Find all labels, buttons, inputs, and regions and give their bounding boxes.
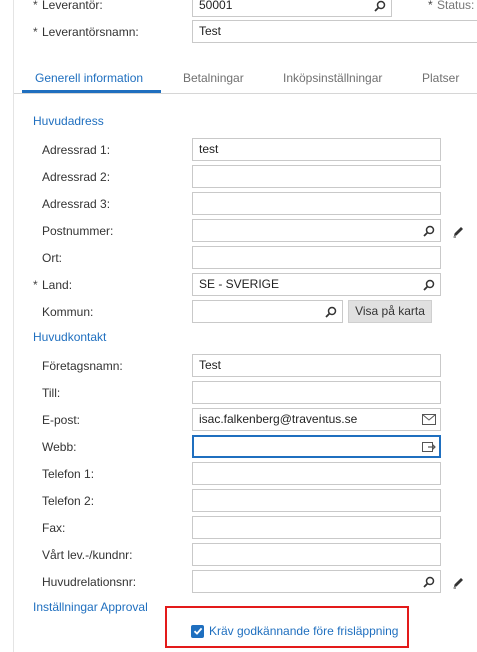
city-input[interactable] <box>192 246 441 269</box>
phone2-input[interactable] <box>192 489 441 512</box>
supplier-label: Leverantör: <box>42 0 103 12</box>
required-mark: * <box>33 25 38 39</box>
required-mark: * <box>33 278 38 292</box>
country-label: Land: <box>42 278 73 292</box>
tab-general-information[interactable]: Generell information <box>35 71 143 85</box>
tab-bar: Generell information Betalningar Inköpsi… <box>14 64 477 94</box>
address-line1-label: Adressrad 1: <box>42 143 111 157</box>
fax-input[interactable] <box>192 516 441 539</box>
search-icon[interactable] <box>422 220 436 241</box>
search-icon[interactable] <box>324 301 338 322</box>
address-line3-input[interactable] <box>192 192 441 215</box>
mail-icon[interactable] <box>422 409 436 430</box>
checkmark-icon[interactable] <box>191 624 204 638</box>
tab-locations[interactable]: Platser <box>422 71 459 85</box>
phone1-input[interactable] <box>192 462 441 485</box>
address-line2-label: Adressrad 2: <box>42 170 111 184</box>
postal-code-label: Postnummer: <box>42 224 114 238</box>
attention-input[interactable] <box>192 381 441 404</box>
section-main-address: Huvudadress <box>33 114 104 128</box>
email-input[interactable]: isac.falkenberg@traventus.se <box>192 408 441 431</box>
supplier-value: 50001 <box>199 0 233 12</box>
web-input[interactable] <box>192 435 441 458</box>
pencil-icon[interactable] <box>451 575 465 589</box>
main-relation-input[interactable] <box>192 570 441 593</box>
company-name-input[interactable]: Test <box>192 354 441 377</box>
require-approval-checkbox[interactable]: Kräv godkännande före frisläppning <box>191 624 398 638</box>
phone1-label: Telefon 1: <box>42 467 95 481</box>
account-number-input[interactable] <box>192 543 441 566</box>
email-label: E-post: <box>42 413 81 427</box>
city-label: Ort: <box>42 251 62 265</box>
tab-purchase-settings[interactable]: Inköpsinställningar <box>283 71 382 85</box>
account-number-label: Vårt lev.-/kundnr: <box>42 548 133 562</box>
show-on-map-button[interactable]: Visa på karta <box>348 300 432 323</box>
company-name-value: Test <box>199 358 222 372</box>
municipality-label: Kommun: <box>42 305 94 319</box>
address-line1-input[interactable]: test <box>192 138 441 161</box>
country-value: SE - SVERIGE <box>199 277 280 291</box>
supplier-name-value: Test <box>199 24 222 38</box>
required-mark: * <box>428 0 433 12</box>
supplier-name-input[interactable]: Test <box>192 20 477 43</box>
email-value: isac.falkenberg@traventus.se <box>199 412 358 426</box>
search-icon[interactable] <box>422 274 436 295</box>
supplier-name-label: Leverantörsnamn: <box>42 25 139 39</box>
section-main-contact: Huvudkontakt <box>33 330 107 344</box>
fax-label: Fax: <box>42 521 66 535</box>
active-tab-indicator <box>22 90 161 93</box>
require-approval-label: Kräv godkännande före frisläppning <box>209 624 399 638</box>
section-approval-settings: Inställningar Approval <box>33 600 148 614</box>
search-icon[interactable] <box>373 0 387 16</box>
municipality-input[interactable] <box>192 300 343 323</box>
phone2-label: Telefon 2: <box>42 494 95 508</box>
open-link-icon[interactable] <box>422 436 436 457</box>
address-line1-value: test <box>199 142 219 156</box>
country-input[interactable]: SE - SVERIGE <box>192 273 441 296</box>
supplier-input[interactable]: 50001 <box>192 0 392 17</box>
main-relation-label: Huvudrelationsnr: <box>42 575 137 589</box>
search-icon[interactable] <box>422 571 436 592</box>
tab-payments[interactable]: Betalningar <box>183 71 244 85</box>
address-line3-label: Adressrad 3: <box>42 197 111 211</box>
pencil-icon[interactable] <box>451 224 465 238</box>
company-name-label: Företagsnamn: <box>42 359 123 373</box>
web-label: Webb: <box>42 440 77 454</box>
required-mark: * <box>33 0 38 12</box>
left-panel-edge <box>0 0 14 652</box>
postal-code-input[interactable] <box>192 219 441 242</box>
attention-label: Till: <box>42 386 61 400</box>
address-line2-input[interactable] <box>192 165 441 188</box>
status-label: Status: <box>437 0 475 12</box>
